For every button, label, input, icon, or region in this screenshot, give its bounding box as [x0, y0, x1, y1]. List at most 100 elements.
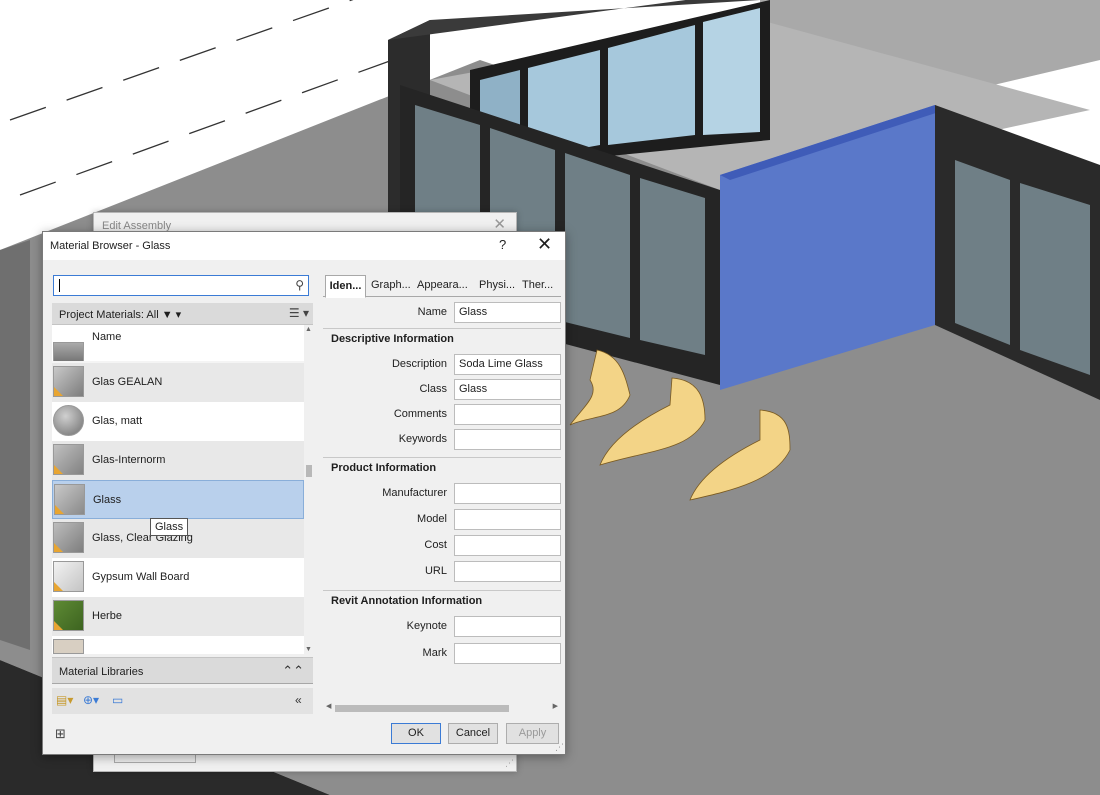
apply-button[interactable]: Apply — [506, 723, 559, 744]
close-button[interactable]: ✕ — [537, 234, 552, 255]
class-row: Class Glass — [323, 377, 561, 401]
folder-icon[interactable]: ▤▾ — [56, 693, 73, 707]
material-thumbnail — [53, 405, 84, 436]
comments-row: Comments — [323, 402, 561, 426]
material-thumbnail — [53, 522, 84, 553]
material-name: Herbe — [92, 610, 122, 622]
search-input[interactable]: ⚲ — [53, 275, 309, 296]
list-item[interactable]: Herbe — [52, 597, 304, 636]
name-column-header[interactable]: Name — [92, 331, 121, 343]
list-scrollbar[interactable]: ▲ ▼ — [304, 325, 313, 654]
revit-annotation-heading: Revit Annotation Information — [323, 590, 561, 610]
keywords-field[interactable] — [454, 429, 561, 450]
comments-field[interactable] — [454, 404, 561, 425]
list-item-selected[interactable]: Glass — [52, 480, 304, 519]
material-thumbnail — [53, 639, 84, 654]
tooltip: Glass — [150, 518, 189, 536]
view-options-icon[interactable]: ☰ ▾ — [289, 306, 309, 320]
project-materials-filter[interactable]: Project Materials: All ▼ ▾ — [59, 308, 181, 321]
mark-field[interactable] — [454, 643, 561, 664]
material-thumbnail — [53, 342, 84, 361]
model-field[interactable] — [454, 509, 561, 530]
ok-button[interactable]: OK — [391, 723, 441, 744]
manufacturer-field[interactable] — [454, 483, 561, 504]
list-item[interactable]: Gypsum Wall Board — [52, 558, 304, 597]
material-libraries-label: Material Libraries — [59, 666, 144, 678]
keynote-row: Keynote — [323, 614, 561, 638]
resize-grip-icon[interactable]: ⋰ — [505, 758, 514, 769]
identity-properties: Name Glass Descriptive Information Descr… — [323, 300, 561, 700]
list-item[interactable]: Glas GEALAN — [52, 363, 304, 402]
resize-grip-icon[interactable]: ⋰ — [555, 742, 564, 753]
cost-row: Cost — [323, 533, 561, 557]
scroll-right-icon[interactable]: ▶ — [553, 702, 558, 710]
list-item[interactable] — [52, 636, 304, 654]
material-thumbnail — [54, 484, 85, 515]
keywords-row: Keywords — [323, 427, 561, 451]
tab-appearance[interactable]: Appeara... — [417, 275, 468, 297]
keynote-field[interactable] — [454, 616, 561, 637]
keywords-label: Keywords — [398, 433, 447, 445]
material-browser-dialog: Material Browser - Glass ? ✕ ⚲ Project M… — [42, 231, 566, 755]
help-button[interactable]: ? — [499, 237, 506, 252]
text-caret — [59, 279, 60, 292]
material-list[interactable]: Name Glas GEALAN Glas, matt Glas-Interno… — [52, 325, 313, 654]
description-row: Description Soda Lime Glass — [323, 352, 561, 376]
tab-thermal[interactable]: Ther... — [522, 275, 553, 297]
title-bar[interactable]: Material Browser - Glass ? ✕ — [43, 232, 565, 260]
mark-row: Mark — [323, 641, 561, 665]
cancel-button[interactable]: Cancel — [448, 723, 498, 744]
asset-browser-icon[interactable]: ▭ — [112, 693, 123, 707]
material-name: Glas-Internorm — [92, 454, 166, 466]
material-thumbnail — [53, 600, 84, 631]
description-label: Description — [391, 358, 447, 370]
description-field[interactable]: Soda Lime Glass — [454, 354, 561, 375]
model-row: Model — [323, 507, 561, 531]
class-label: Class — [419, 383, 447, 395]
dialog-title: Material Browser - Glass — [50, 240, 171, 252]
name-row: Name Glass — [323, 300, 561, 324]
material-libraries-header[interactable]: Material Libraries ⌃⌃ — [52, 657, 313, 684]
collapse-panel-icon[interactable]: « — [295, 693, 302, 707]
material-name: Glas, matt — [92, 415, 143, 427]
cost-field[interactable] — [454, 535, 561, 556]
scroll-up-icon[interactable]: ▲ — [304, 326, 313, 333]
material-thumbnail — [53, 561, 84, 592]
url-row: URL — [323, 559, 561, 583]
keynote-label: Keynote — [406, 620, 447, 632]
tab-strip: Iden... Graph... Appeara... Physi... The… — [323, 275, 561, 298]
scroll-down-icon[interactable]: ▼ — [304, 646, 313, 653]
manufacturer-row: Manufacturer — [323, 481, 561, 505]
descriptive-information-heading: Descriptive Information — [323, 328, 561, 348]
tab-identity[interactable]: Iden... — [325, 275, 366, 298]
material-thumbnail — [53, 444, 84, 475]
scroll-thumb[interactable] — [335, 705, 509, 712]
class-field[interactable]: Glass — [454, 379, 561, 400]
material-name: Glass — [93, 494, 122, 506]
tab-physical[interactable]: Physi... — [479, 275, 515, 297]
cost-label: Cost — [424, 539, 447, 551]
search-icon[interactable]: ⚲ — [295, 278, 304, 292]
project-materials-header[interactable]: Project Materials: All ▼ ▾ ☰ ▾ — [52, 303, 313, 325]
list-item[interactable]: Glas-Internorm — [52, 441, 304, 480]
url-field[interactable] — [454, 561, 561, 582]
scroll-left-icon[interactable]: ◀ — [326, 702, 331, 710]
scroll-thumb[interactable] — [306, 465, 312, 477]
material-editor-toggle-icon[interactable]: ⊞ — [55, 726, 71, 742]
list-header[interactable]: Name — [52, 325, 304, 361]
comments-label: Comments — [393, 408, 447, 420]
name-label: Name — [417, 306, 447, 318]
tab-graphics[interactable]: Graph... — [371, 275, 411, 297]
material-thumbnail — [53, 366, 84, 397]
product-information-heading: Product Information — [323, 457, 561, 477]
model-label: Model — [417, 513, 447, 525]
url-label: URL — [424, 565, 447, 577]
material-name: Gypsum Wall Board — [92, 571, 190, 583]
collapse-libraries-icon[interactable]: ⌃⌃ — [282, 663, 304, 679]
name-field[interactable]: Glass — [454, 302, 561, 323]
create-material-icon[interactable]: ⊕▾ — [83, 693, 99, 707]
library-toolbar: ▤▾ ⊕▾ ▭ « — [52, 688, 313, 714]
list-item[interactable]: Glas, matt — [52, 402, 304, 441]
material-name: Glas GEALAN — [92, 376, 163, 388]
properties-scrollbar[interactable]: ◀ ▶ — [323, 702, 561, 714]
